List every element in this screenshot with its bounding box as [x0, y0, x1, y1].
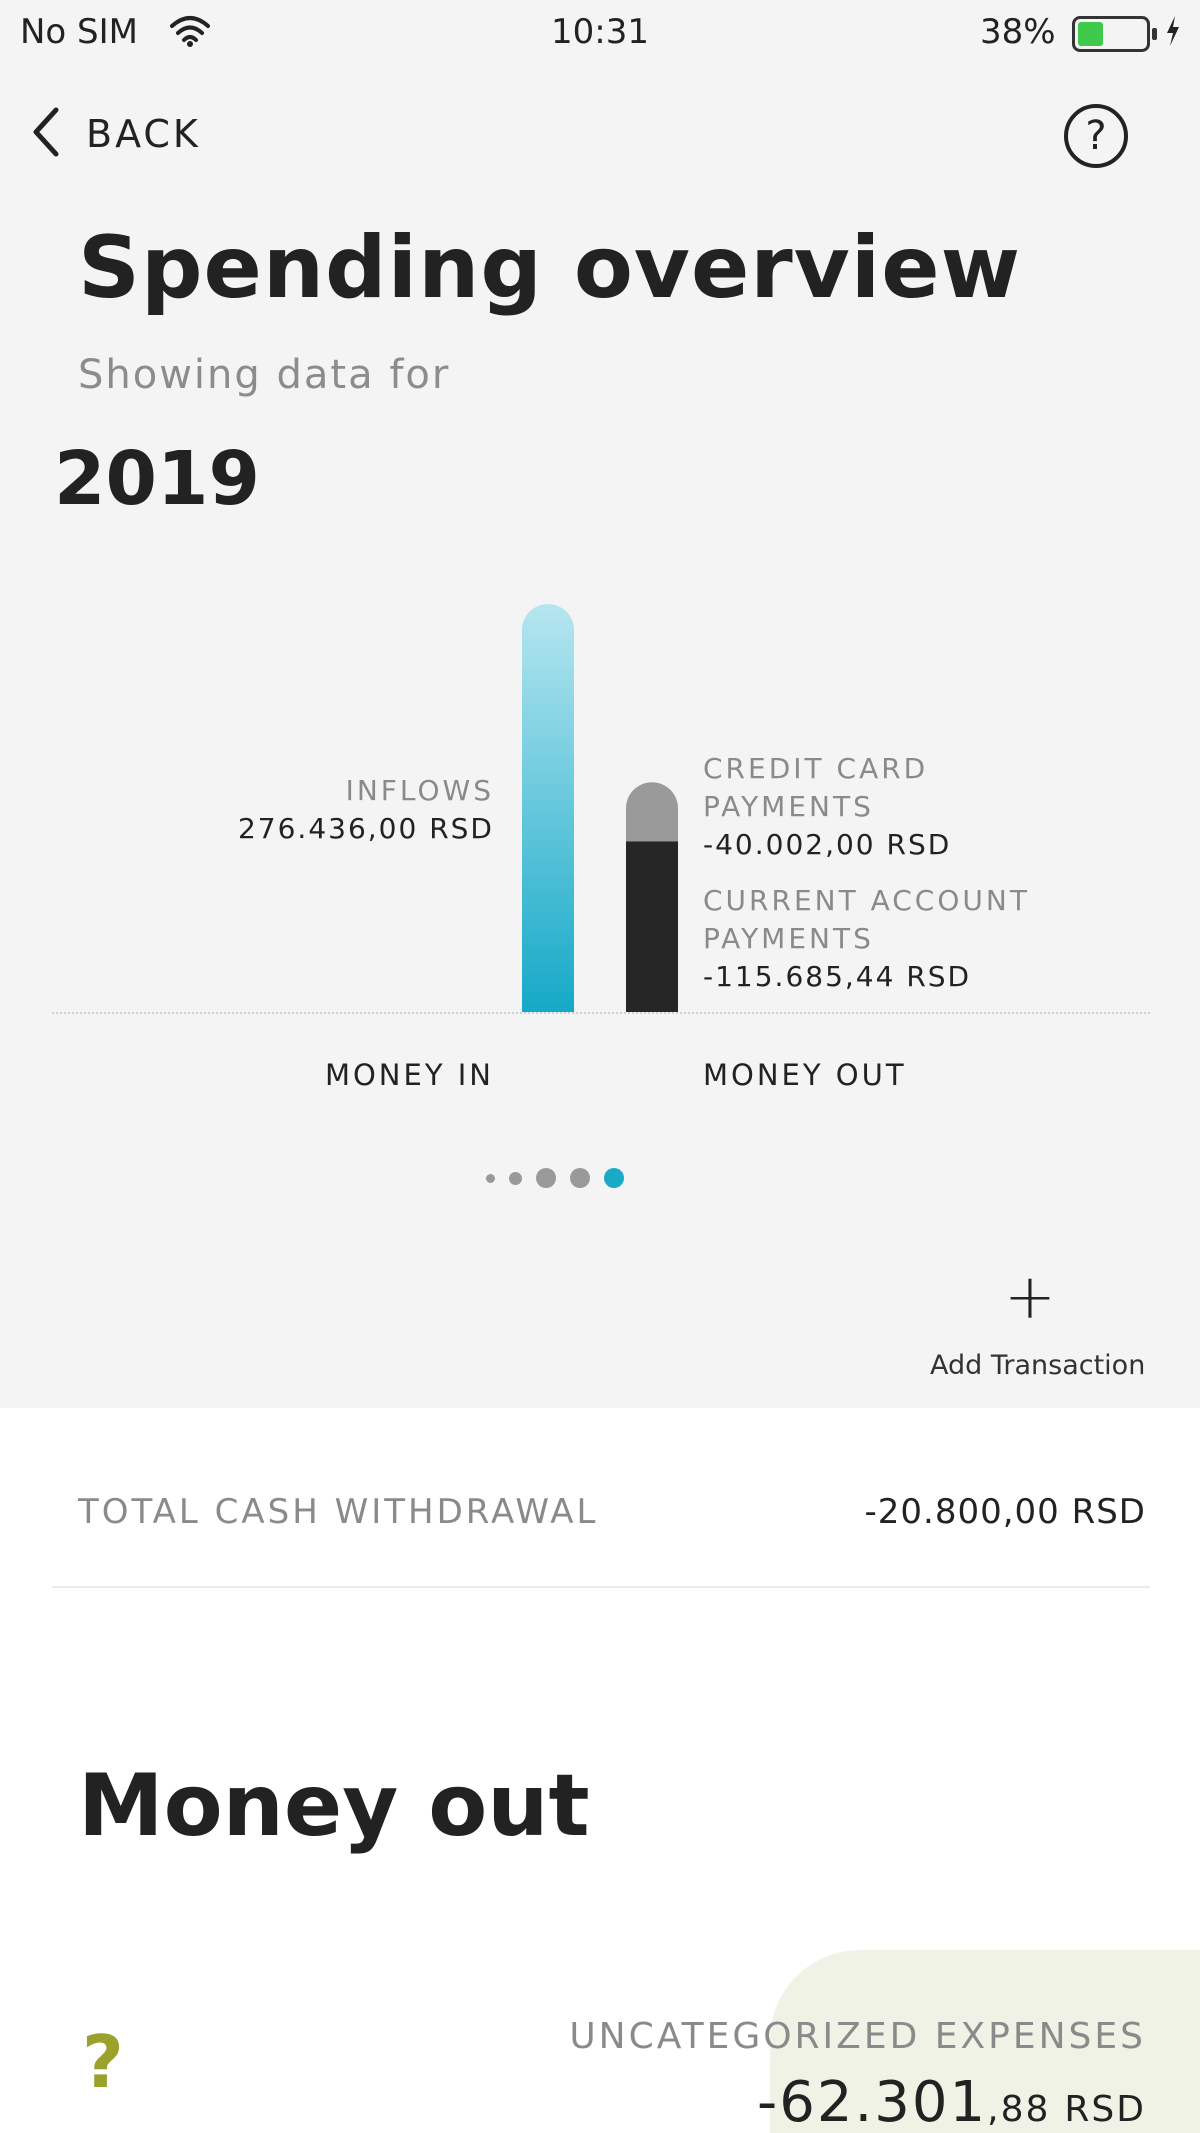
uncategorized-amount-decimals: ,88	[987, 2089, 1051, 2130]
cash-withdrawal-label: TOTAL CASH WITHDRAWAL	[78, 1492, 599, 1532]
battery-percent: 38%	[980, 12, 1056, 52]
bar-inflows	[522, 604, 574, 1012]
add-transaction-button[interactable]: Add Transaction	[930, 1350, 1145, 1381]
spending-chart[interactable]: INFLOWS 276.436,00 RSD CREDIT CARD PAYME…	[0, 580, 1200, 1120]
bar-credit-card-payments	[626, 782, 678, 842]
money-out-axis-label: MONEY OUT	[703, 1058, 907, 1092]
credit-card-value: -40.002,00 RSD	[703, 828, 952, 861]
battery-icon	[1072, 16, 1150, 52]
uncategorized-label: UNCATEGORIZED EXPENSES	[569, 2016, 1146, 2057]
current-account-label-line2: PAYMENTS	[703, 922, 874, 955]
current-account-label-line1: CURRENT ACCOUNT	[703, 884, 1030, 917]
back-button[interactable]: BACK	[30, 104, 201, 164]
question-circle-icon: ?	[1085, 113, 1107, 159]
cash-withdrawal-value: -20.800,00 RSD	[864, 1492, 1146, 1532]
bar-current-account-payments	[626, 841, 678, 1012]
money-in-axis-label: MONEY IN	[324, 1058, 494, 1092]
question-mark-icon: ?	[82, 2020, 124, 2104]
back-label: BACK	[86, 112, 201, 156]
current-account-value: -115.685,44 RSD	[703, 960, 972, 993]
credit-card-label-line2: PAYMENTS	[703, 790, 874, 823]
page-dot[interactable]	[486, 1173, 495, 1183]
period-selector[interactable]: 2019	[54, 436, 260, 522]
page-dot[interactable]	[604, 1168, 624, 1188]
chevron-left-icon	[30, 106, 60, 162]
uncategorized-amount: -62.301,88 RSD	[757, 2070, 1146, 2133]
page-title: Spending overview	[78, 218, 1022, 318]
battery-level	[1078, 22, 1103, 46]
charging-icon	[1164, 14, 1182, 52]
page-indicator[interactable]	[486, 1168, 638, 1188]
plus-icon[interactable]: +	[1004, 1266, 1056, 1328]
page-dot[interactable]	[509, 1171, 522, 1185]
help-button[interactable]: ?	[1064, 104, 1128, 168]
chart-bars	[522, 604, 678, 1012]
battery-tip	[1152, 28, 1157, 40]
row-divider	[52, 1586, 1150, 1588]
period-caption: Showing data for	[78, 352, 451, 398]
status-bar: No SIM 10:31 38%	[0, 0, 1200, 66]
uncategorized-amount-main: -62.301	[756, 2070, 988, 2133]
credit-card-label-line1: CREDIT CARD	[703, 752, 929, 785]
money-out-title: Money out	[78, 1756, 590, 1856]
chart-baseline	[52, 1012, 1150, 1014]
page-dot[interactable]	[570, 1168, 590, 1188]
uncategorized-currency: RSD	[1064, 2089, 1146, 2130]
page-dot[interactable]	[536, 1168, 556, 1188]
